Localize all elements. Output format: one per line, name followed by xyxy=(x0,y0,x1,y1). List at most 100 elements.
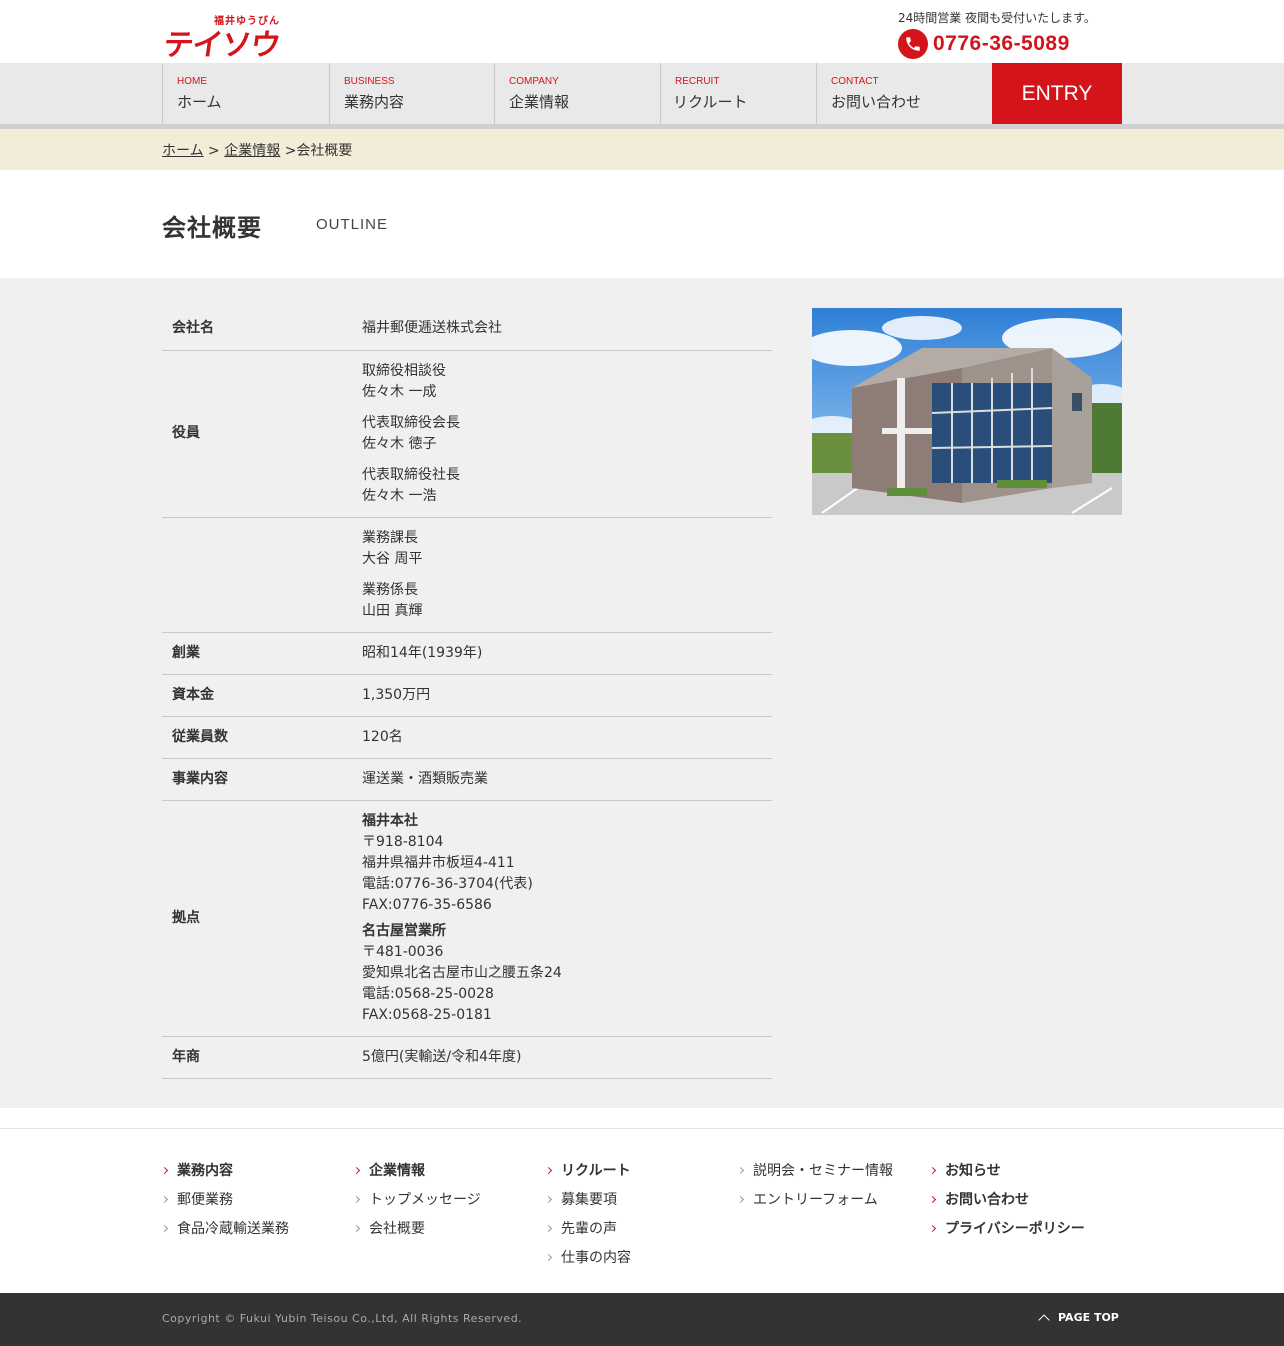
nav-home[interactable]: HOME ホーム xyxy=(162,63,329,124)
page-title-en: OUTLINE xyxy=(316,216,389,233)
breadcrumb-sep: > xyxy=(284,143,297,159)
table-row: 会社名 福井郵便逓送株式会社 xyxy=(162,308,772,351)
footer-link[interactable]: 企業情報 xyxy=(354,1161,481,1190)
row-value: 運送業・酒類販売業 xyxy=(352,758,772,801)
tel-note: 24時間営業 夜間も受付いたします。 xyxy=(898,11,1096,25)
footer-link[interactable]: 先輩の声 xyxy=(546,1219,631,1248)
footer-link[interactable]: トップメッセージ xyxy=(354,1190,481,1219)
row-label: 年商 xyxy=(162,1036,352,1079)
breadcrumb-home[interactable]: ホーム xyxy=(162,143,204,159)
nav-company-ja: 企業情報 xyxy=(509,93,570,111)
nav-business-ja: 業務内容 xyxy=(344,93,405,111)
row-value: 120名 xyxy=(352,716,772,759)
footer-col-company: 企業情報 トップメッセージ 会社概要 xyxy=(354,1161,481,1248)
tel-link[interactable]: 0776-36-5089 xyxy=(898,29,1070,59)
officer-title: 業務係長 xyxy=(362,581,418,598)
table-row: 役員 取締役相談役 佐々木 一成 代表取締役会長 佐々木 徳子 代表取締役社長 佐々木… xyxy=(162,350,772,518)
officer-title: 業務課長 xyxy=(362,529,418,546)
nav-contact-en: CONTACT xyxy=(831,76,879,87)
row-value: 1,350万円 xyxy=(352,674,772,717)
nav-recruit-ja: リクルート xyxy=(673,93,748,111)
office-tel: 電話:0568-25-0028 xyxy=(362,985,494,1002)
office-name: 福井本社 xyxy=(362,812,418,829)
nav-contact-ja: お問い合わせ xyxy=(831,93,922,111)
office-nagoya: 名古屋営業所 〒481-0036 愛知県北名古屋市山之腰五条24 電話:0568… xyxy=(362,921,772,1026)
phone-icon xyxy=(898,29,928,59)
office-name: 名古屋営業所 xyxy=(362,922,446,939)
nav-business-en: BUSINESS xyxy=(344,76,395,87)
tel-number: 0776-36-5089 xyxy=(933,32,1070,55)
chevron-up-icon xyxy=(1038,1313,1050,1326)
nav-company-en: COMPANY xyxy=(509,76,559,87)
footer-link[interactable]: 郵便業務 xyxy=(162,1190,289,1219)
office-address: 福井県福井市板垣4-411 xyxy=(362,854,515,871)
footer-link[interactable]: お知らせ xyxy=(930,1161,1085,1190)
nav-recruit[interactable]: RECRUIT リクルート xyxy=(660,63,816,124)
footer-link[interactable]: 説明会・セミナー情報 xyxy=(738,1161,893,1190)
table-row: 創業 昭和14年(1939年) xyxy=(162,632,772,675)
footer-col-info: お知らせ お問い合わせ プライバシーポリシー xyxy=(930,1161,1085,1248)
page-title: 会社概要 xyxy=(162,214,262,242)
row-label: 会社名 xyxy=(162,308,352,351)
row-value: 取締役相談役 佐々木 一成 代表取締役会長 佐々木 徳子 代表取締役社長 佐々木 一浩 xyxy=(352,350,772,518)
nav-company[interactable]: COMPANY 企業情報 xyxy=(494,63,660,124)
table-row: 資本金 1,350万円 xyxy=(162,674,772,717)
nav-home-ja: ホーム xyxy=(177,93,222,111)
table-row: 拠点 福井本社 〒918-8104 福井県福井市板垣4-411 電話:0776-… xyxy=(162,800,772,1037)
nav-recruit-en: RECRUIT xyxy=(675,76,720,87)
office-fax: FAX:0568-25-0181 xyxy=(362,1006,492,1023)
table-row: 事業内容 運送業・酒類販売業 xyxy=(162,758,772,801)
officer-title: 取締役相談役 xyxy=(362,362,446,379)
logo-main: テイソウ xyxy=(161,28,282,63)
footer-link[interactable]: 会社概要 xyxy=(354,1219,481,1248)
table-row: 従業員数 120名 xyxy=(162,716,772,759)
office-fax: FAX:0776-35-6586 xyxy=(362,896,492,913)
footer-link[interactable]: プライバシーポリシー xyxy=(930,1219,1085,1248)
main-content: 会社名 福井郵便逓送株式会社 役員 取締役相談役 佐々木 一成 代表取締役会長 佐々… xyxy=(0,278,1284,1108)
row-label xyxy=(162,517,352,633)
row-label: 従業員数 xyxy=(162,716,352,759)
breadcrumb-current: 会社概要 xyxy=(296,143,353,159)
footer-col-business: 業務内容 郵便業務 食品冷蔵輸送業務 xyxy=(162,1161,289,1248)
footer-link[interactable]: 募集要項 xyxy=(546,1190,631,1219)
footer-link[interactable]: 業務内容 xyxy=(162,1161,289,1190)
row-label: 事業内容 xyxy=(162,758,352,801)
page-top-button[interactable]: PAGE TOP xyxy=(1038,1311,1119,1326)
row-value: 福井郵便逓送株式会社 xyxy=(352,308,772,351)
officer-name: 大谷 周平 xyxy=(362,550,423,567)
footer-link[interactable]: リクルート xyxy=(546,1161,631,1190)
footer-link[interactable]: お問い合わせ xyxy=(930,1190,1085,1219)
footer-link[interactable]: エントリーフォーム xyxy=(738,1190,893,1219)
office-zip: 〒918-8104 xyxy=(362,833,444,850)
global-nav: HOME ホーム BUSINESS 業務内容 COMPANY 企業情報 RECR… xyxy=(0,63,1284,129)
office-address: 愛知県北名古屋市山之腰五条24 xyxy=(362,964,562,981)
officer-name: 佐々木 一浩 xyxy=(362,487,437,504)
row-value: 5億円(実輸送/令和4年度) xyxy=(352,1036,772,1079)
officer-name: 佐々木 一成 xyxy=(362,383,437,400)
row-value: 昭和14年(1939年) xyxy=(352,632,772,675)
office-zip: 〒481-0036 xyxy=(362,943,444,960)
page-top-label: PAGE TOP xyxy=(1058,1311,1119,1324)
row-label: 創業 xyxy=(162,632,352,675)
office-building-photo xyxy=(812,308,1122,515)
officer-name: 佐々木 徳子 xyxy=(362,435,437,452)
nav-contact[interactable]: CONTACT お問い合わせ xyxy=(816,63,992,124)
outline-table: 会社名 福井郵便逓送株式会社 役員 取締役相談役 佐々木 一成 代表取締役会長 佐々… xyxy=(162,308,772,1079)
page-title-area: 会社概要 OUTLINE xyxy=(0,170,1284,278)
copyright-bar: Copyright © Fukui Yubin Teisou Co.,Ltd, … xyxy=(0,1293,1284,1346)
row-value: 業務課長大谷 周平 業務係長山田 真輝 xyxy=(352,517,772,633)
footer-col-seminar: 説明会・セミナー情報 エントリーフォーム xyxy=(738,1161,893,1219)
footer-link[interactable]: 食品冷蔵輸送業務 xyxy=(162,1219,289,1248)
table-row: 業務課長大谷 周平 業務係長山田 真輝 xyxy=(162,517,772,633)
breadcrumb-company[interactable]: 企業情報 xyxy=(224,143,280,159)
row-label: 役員 xyxy=(162,350,352,518)
nav-business[interactable]: BUSINESS 業務内容 xyxy=(329,63,494,124)
row-label: 資本金 xyxy=(162,674,352,717)
footer-link[interactable]: 仕事の内容 xyxy=(546,1248,631,1277)
officer-name: 山田 真輝 xyxy=(362,602,423,619)
row-value: 福井本社 〒918-8104 福井県福井市板垣4-411 電話:0776-36-… xyxy=(352,800,772,1037)
table-row: 年商 5億円(実輸送/令和4年度) xyxy=(162,1036,772,1079)
entry-button[interactable]: ENTRY xyxy=(992,63,1122,124)
footer-nav: 業務内容 郵便業務 食品冷蔵輸送業務 企業情報 トップメッセージ 会社概要 リク… xyxy=(0,1128,1284,1293)
site-logo[interactable]: 福井ゆうびん テイソウ xyxy=(161,12,294,63)
